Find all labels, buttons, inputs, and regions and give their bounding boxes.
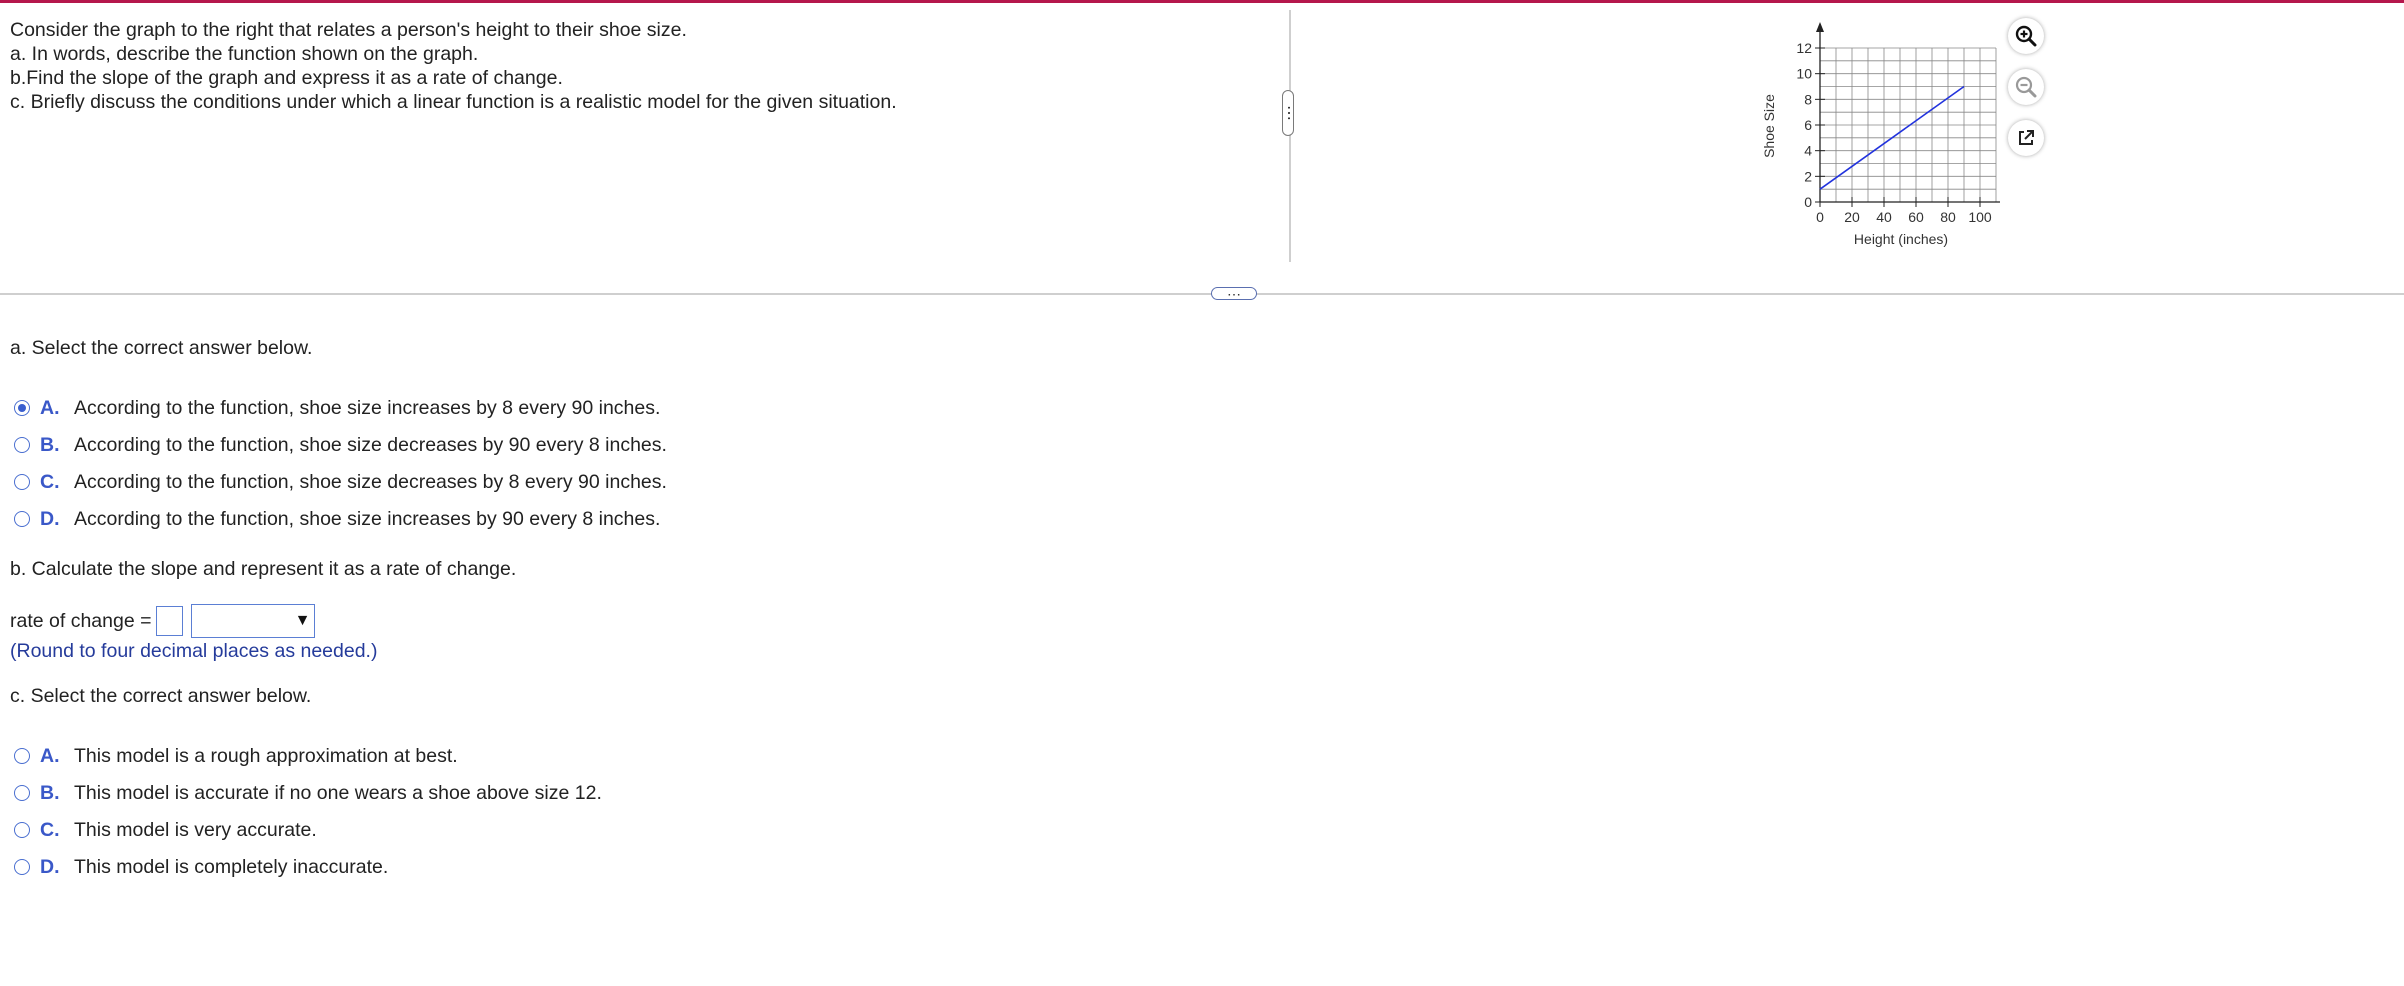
y-tick-label: 0 xyxy=(1804,194,1812,210)
question-line-2: a. In words, describe the function shown… xyxy=(10,43,479,65)
y-tick-label: 2 xyxy=(1804,168,1812,184)
y-axis-label: Shoe Size xyxy=(1761,94,1777,158)
rate-answer-input[interactable] xyxy=(156,606,184,636)
part-a-option-a[interactable]: A. According to the function, shoe size … xyxy=(14,396,660,420)
x-axis-label: Height (inches) xyxy=(1854,231,1948,247)
zoom-out-button[interactable] xyxy=(2008,69,2044,105)
option-text: This model is completely inaccurate. xyxy=(74,855,389,878)
rate-unit-dropdown[interactable]: ▼ xyxy=(191,604,316,638)
top-accent-bar xyxy=(0,0,2404,3)
open-external-button[interactable] xyxy=(2008,120,2044,156)
radio-icon[interactable] xyxy=(14,511,30,527)
question-line-4: c. Briefly discuss the conditions under … xyxy=(10,91,897,113)
radio-icon[interactable] xyxy=(14,785,30,801)
y-tick-label: 6 xyxy=(1804,117,1812,133)
x-tick-label: 20 xyxy=(1844,209,1860,225)
zoom-in-icon xyxy=(2015,25,2037,47)
radio-icon[interactable] xyxy=(14,748,30,764)
radio-icon[interactable] xyxy=(14,474,30,490)
part-a-option-d[interactable]: D. According to the function, shoe size … xyxy=(14,507,660,531)
part-c-option-b[interactable]: B. This model is accurate if no one wear… xyxy=(14,781,602,805)
part-c-option-a[interactable]: A. This model is a rough approximation a… xyxy=(14,744,458,768)
x-tick-label: 0 xyxy=(1816,209,1824,225)
part-c-option-c[interactable]: C. This model is very accurate. xyxy=(14,818,317,842)
option-letter: B. xyxy=(40,433,60,456)
graph-axes xyxy=(1816,22,2000,203)
part-c-option-d[interactable]: D. This model is completely inaccurate. xyxy=(14,855,388,879)
part-a-option-b[interactable]: B. According to the function, shoe size … xyxy=(14,433,667,457)
shoe-size-graph: 0 2 4 6 8 10 12 0 20 40 60 80 100 Height (inches) S… xyxy=(1761,22,2000,247)
option-letter: C. xyxy=(40,470,60,493)
radio-icon[interactable] xyxy=(14,859,30,875)
y-tick-label: 12 xyxy=(1796,40,1812,56)
option-letter: D. xyxy=(40,507,60,530)
option-text: According to the function, shoe size dec… xyxy=(74,470,667,493)
zoom-out-icon xyxy=(2015,76,2037,98)
question-line-3: b.Find the slope of the graph and expres… xyxy=(10,67,563,89)
vertical-divider xyxy=(1289,10,1291,262)
y-tick-label: 4 xyxy=(1804,143,1812,159)
x-tick-labels: 0 20 40 60 80 100 xyxy=(1816,197,1992,225)
option-letter: A. xyxy=(40,744,60,767)
vertical-splitter-handle[interactable]: ⋯ xyxy=(1280,90,1297,136)
option-letter: C. xyxy=(40,818,60,841)
radio-selected-icon[interactable] xyxy=(14,400,30,416)
y-tick-label: 8 xyxy=(1804,91,1812,107)
x-tick-label: 80 xyxy=(1940,209,1956,225)
part-a-prompt: a. Select the correct answer below. xyxy=(10,337,313,359)
horizontal-divider xyxy=(0,293,2404,295)
option-letter: D. xyxy=(40,855,60,878)
option-text: This model is a rough approximation at b… xyxy=(74,744,458,767)
option-letter: B. xyxy=(40,781,60,804)
x-tick-label: 40 xyxy=(1876,209,1892,225)
radio-icon[interactable] xyxy=(14,437,30,453)
rate-of-change-row: rate of change = ▼ xyxy=(10,604,316,638)
part-a-option-c[interactable]: C. According to the function, shoe size … xyxy=(14,470,667,494)
radio-icon[interactable] xyxy=(14,822,30,838)
external-link-icon xyxy=(2019,130,2034,145)
question-line-1: Consider the graph to the right that rel… xyxy=(10,19,687,41)
option-text: This model is very accurate. xyxy=(74,818,317,841)
zoom-in-button[interactable] xyxy=(2008,18,2044,54)
option-text: This model is accurate if no one wears a… xyxy=(74,781,602,804)
dropdown-arrow-icon: ▼ xyxy=(294,612,311,629)
y-axis-arrow xyxy=(1816,22,1824,32)
y-tick-label: 10 xyxy=(1796,66,1812,82)
graph-grid xyxy=(1819,47,1997,203)
option-letter: A. xyxy=(40,396,60,419)
option-text: According to the function, shoe size dec… xyxy=(74,433,667,456)
option-text: According to the function, shoe size inc… xyxy=(74,396,661,419)
horizontal-splitter-handle[interactable]: ⋯ xyxy=(1211,287,1257,301)
x-tick-label: 100 xyxy=(1968,209,1992,225)
part-b-prompt: b. Calculate the slope and represent it … xyxy=(10,558,517,580)
rate-of-change-label: rate of change = xyxy=(10,609,152,632)
y-tick-labels: 0 2 4 6 8 10 12 xyxy=(1796,40,1825,210)
part-c-prompt: c. Select the correct answer below. xyxy=(10,685,312,707)
x-tick-label: 60 xyxy=(1908,209,1924,225)
question-text: Consider the graph to the right that rel… xyxy=(10,18,897,114)
rounding-hint: (Round to four decimal places as needed.… xyxy=(10,640,378,662)
option-text: According to the function, shoe size inc… xyxy=(74,507,661,530)
